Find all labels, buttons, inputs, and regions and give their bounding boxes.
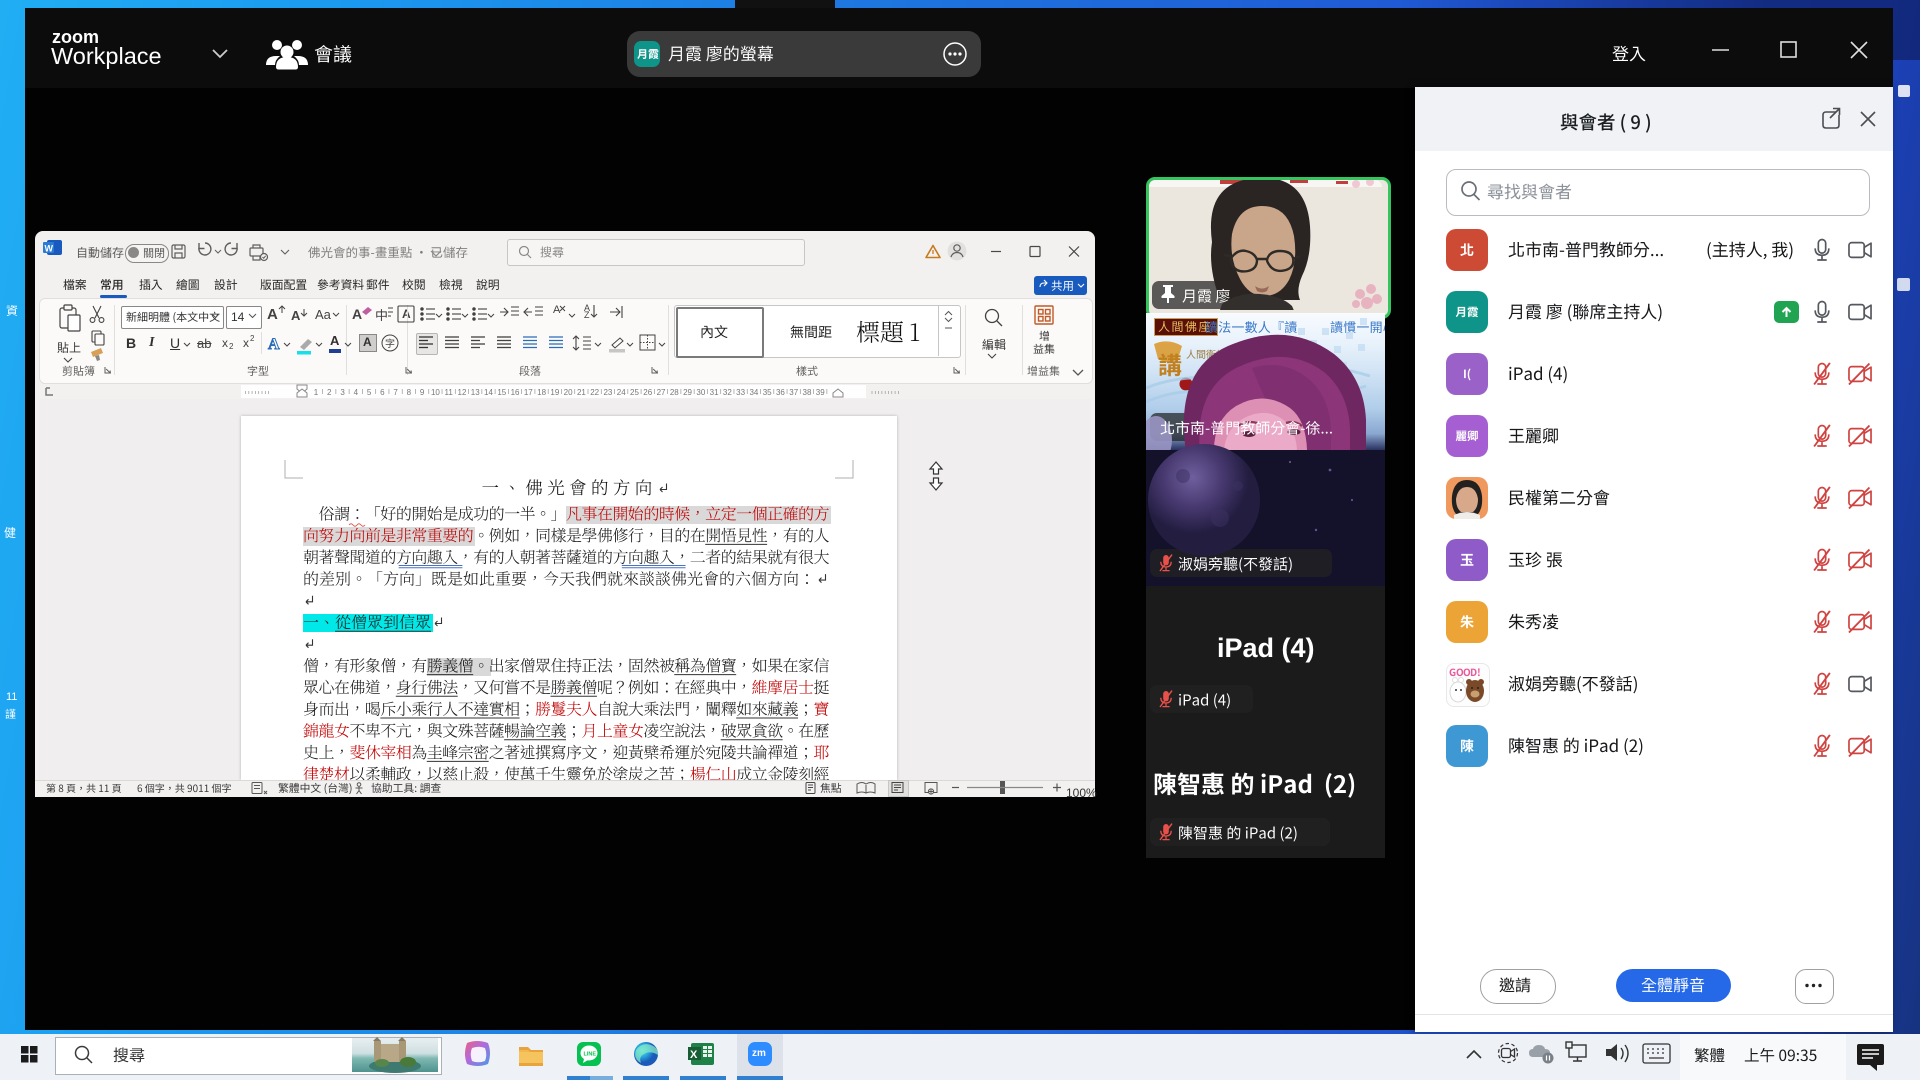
svg-text:37: 37 <box>789 388 798 397</box>
svg-text:23: 23 <box>603 388 612 397</box>
svg-text:19: 19 <box>550 388 559 397</box>
svg-text:X: X <box>690 1049 698 1061</box>
svg-text:9: 9 <box>420 388 425 397</box>
svg-text:15: 15 <box>497 388 506 397</box>
svg-text:LINE: LINE <box>584 1052 597 1058</box>
svg-text:20: 20 <box>564 388 573 397</box>
svg-text:30: 30 <box>696 388 705 397</box>
svg-text:27: 27 <box>657 388 666 397</box>
svg-text:29: 29 <box>683 388 692 397</box>
svg-text:36: 36 <box>776 388 785 397</box>
svg-text:10: 10 <box>431 388 440 397</box>
svg-text:3: 3 <box>340 388 345 397</box>
svg-text:1: 1 <box>314 388 319 397</box>
svg-text:26: 26 <box>643 388 652 397</box>
svg-text:2: 2 <box>327 388 332 397</box>
svg-text:14: 14 <box>484 388 493 397</box>
svg-text:21: 21 <box>577 388 586 397</box>
svg-text:18: 18 <box>537 388 546 397</box>
svg-text:A: A <box>268 336 280 353</box>
svg-text:28: 28 <box>670 388 679 397</box>
svg-text:38: 38 <box>803 388 812 397</box>
svg-text:6: 6 <box>380 388 385 397</box>
svg-text:13: 13 <box>471 388 480 397</box>
svg-text:24: 24 <box>617 388 626 397</box>
svg-text:34: 34 <box>749 388 758 397</box>
svg-text:7: 7 <box>393 388 398 397</box>
svg-text:W: W <box>45 244 54 254</box>
svg-text:8: 8 <box>407 388 412 397</box>
svg-text:33: 33 <box>736 388 745 397</box>
svg-text:22: 22 <box>590 388 599 397</box>
svg-text:11: 11 <box>6 691 17 703</box>
svg-text:16: 16 <box>511 388 520 397</box>
svg-text:25: 25 <box>630 388 639 397</box>
svg-text:39: 39 <box>816 388 825 397</box>
svg-text:17: 17 <box>524 388 533 397</box>
svg-text:31: 31 <box>710 388 719 397</box>
svg-text:32: 32 <box>723 388 732 397</box>
svg-text:4: 4 <box>354 388 359 397</box>
svg-text:35: 35 <box>763 388 772 397</box>
svg-text:5: 5 <box>367 388 372 397</box>
svg-text:11: 11 <box>445 388 454 397</box>
svg-text:12: 12 <box>458 388 467 397</box>
